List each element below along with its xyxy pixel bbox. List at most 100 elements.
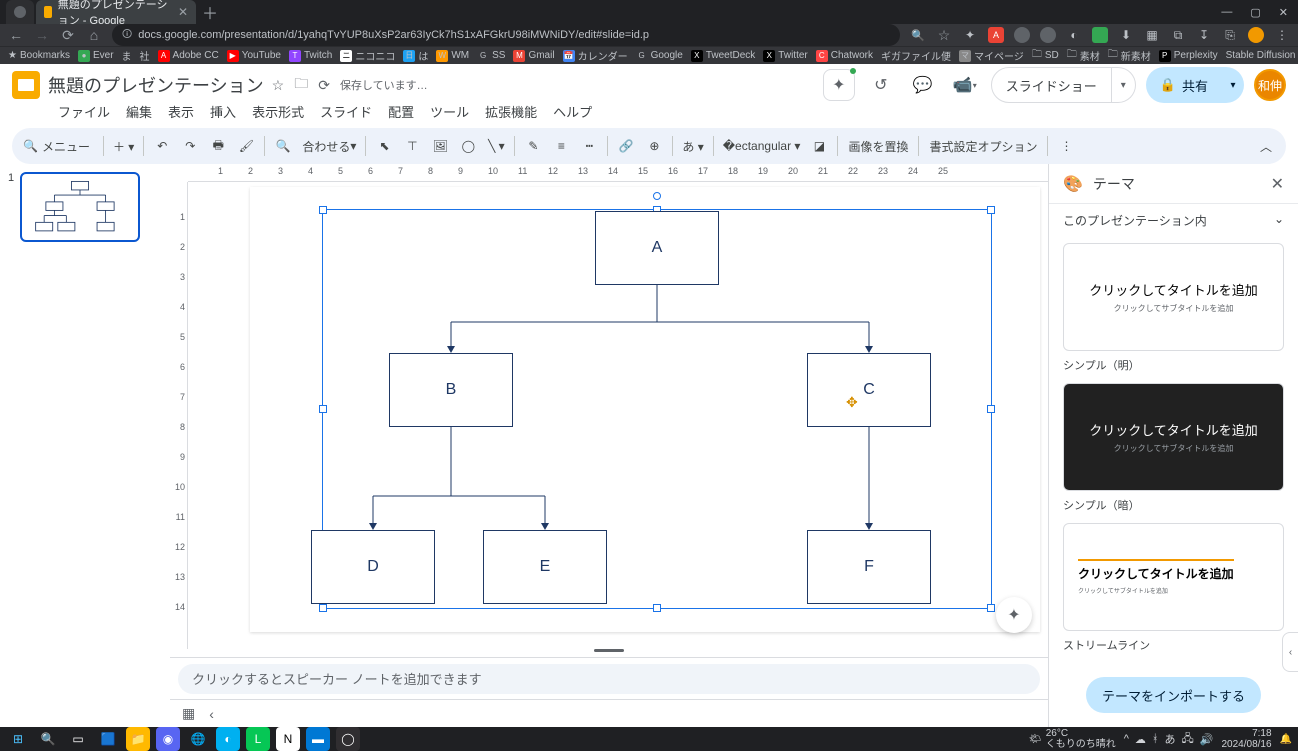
border-dash-icon[interactable]: ┅ — [577, 134, 601, 158]
theme-option-streamline[interactable]: クリックしてタイトルを追加 クリックしてサブタイトルを追加 — [1063, 523, 1284, 631]
search-menu-button[interactable]: 🔍 メニュー — [20, 134, 97, 158]
close-tab-icon[interactable]: ✕ — [178, 5, 188, 19]
slideshow-button[interactable]: スライドショー — [991, 67, 1112, 103]
tray-chevron-icon[interactable]: ^ — [1124, 733, 1129, 745]
bookmark-folder[interactable]: 🗀 素材 — [1067, 47, 1100, 64]
select-tool-icon[interactable]: ⬉ — [372, 134, 396, 158]
side-panel-expand[interactable]: ‹ — [1282, 632, 1298, 672]
menu-file[interactable]: ファイル — [52, 100, 116, 123]
search-task-icon[interactable]: 🔍 — [36, 727, 60, 751]
new-tab-button[interactable]: ＋ — [198, 0, 222, 24]
bookmark-item[interactable]: XTwitter — [763, 50, 807, 62]
star-icon[interactable]: ☆ — [936, 27, 952, 44]
chrome-icon[interactable]: 🌐 — [186, 727, 210, 751]
bookmark-item[interactable]: XTweetDeck — [691, 50, 755, 62]
notion-icon[interactable]: N — [276, 727, 300, 751]
task-view-icon[interactable]: ▭ — [66, 727, 90, 751]
close-panel-icon[interactable]: ✕ — [1271, 174, 1284, 194]
selection-box[interactable]: A B C ✥ D E F — [322, 209, 992, 609]
onedrive-icon[interactable]: ☁ — [1135, 733, 1146, 746]
ext-icon[interactable] — [1040, 27, 1056, 43]
new-slide-button[interactable]: ＋ ▾ — [110, 134, 137, 158]
bookmark-item[interactable]: PPerplexity — [1159, 50, 1218, 62]
bookmark-item[interactable]: ギガファイル便 — [881, 48, 951, 63]
resize-handle[interactable] — [987, 206, 995, 214]
zoom-icon[interactable]: 🔍 — [910, 29, 926, 42]
undo-icon[interactable]: ↶ — [150, 134, 174, 158]
line-icon[interactable]: L — [246, 727, 270, 751]
bookmark-item[interactable]: GGoogle — [636, 50, 683, 62]
obs-icon[interactable]: ◯ — [336, 727, 360, 751]
bookmark-item[interactable]: 📅カレンダー — [563, 48, 628, 63]
diagram-node-b[interactable]: B — [389, 353, 513, 427]
menu-help[interactable]: ヘルプ — [547, 100, 598, 123]
shape-icon[interactable]: ◯ — [456, 134, 480, 158]
ext-icon[interactable] — [1014, 27, 1030, 43]
close-window-icon[interactable]: ✕ — [1279, 6, 1288, 19]
zoom-icon[interactable]: 🔍 — [271, 134, 295, 158]
clock[interactable]: 7:18 2024/08/16 — [1221, 728, 1271, 750]
chrome-menu-icon[interactable]: ⋮ — [1274, 27, 1290, 43]
home-icon[interactable]: ⌂ — [86, 27, 102, 43]
bookmark-item[interactable]: ●Ever — [78, 50, 114, 62]
bookmark-item[interactable]: WWM — [436, 50, 469, 62]
bookmark-item[interactable]: ニニコニコ — [340, 48, 395, 63]
bookmark-item[interactable]: MGmail — [513, 50, 554, 62]
diagram-node-a[interactable]: A — [595, 211, 719, 285]
forward-icon[interactable]: → — [34, 27, 50, 43]
ext-icon[interactable]: ✦ — [962, 27, 978, 43]
paint-format-icon[interactable]: 🖌 — [234, 134, 258, 158]
bluetooth-icon[interactable]: ᚼ — [1152, 733, 1159, 745]
bookmark-item[interactable]: TTwitch — [289, 50, 332, 62]
theme-option-simple-light[interactable]: クリックしてタイトルを追加 クリックしてサブタイトルを追加 — [1063, 243, 1284, 351]
theme-option-simple-dark[interactable]: クリックしてタイトルを追加 クリックしてサブタイトルを追加 — [1063, 383, 1284, 491]
history-icon[interactable]: ↺ — [865, 69, 897, 101]
explore-button[interactable]: ✦ — [996, 597, 1032, 633]
ext-icon[interactable]: ▦ — [1144, 27, 1160, 43]
app-icon[interactable]: ◐ — [216, 727, 240, 751]
border-weight-icon[interactable]: ≡ — [549, 134, 573, 158]
crop-icon[interactable]: �ectangular ▾ — [720, 134, 804, 158]
bookmark-item[interactable]: ま — [122, 48, 132, 63]
bookmark-item[interactable]: ▶YouTube — [227, 50, 281, 62]
replace-image-button[interactable]: 画像を置換 — [844, 134, 912, 158]
resize-handle[interactable] — [319, 604, 327, 612]
textbox-icon[interactable]: ⊤ — [400, 134, 424, 158]
discord-icon[interactable]: ◉ — [156, 727, 180, 751]
share-button[interactable]: 🔒共有 — [1146, 67, 1222, 103]
slideshow-dropdown[interactable]: ▾ — [1112, 67, 1136, 103]
ext-icon[interactable]: ⬇ — [1118, 27, 1134, 43]
move-icon[interactable]: 🗀 — [294, 73, 308, 97]
reload-icon[interactable]: ⟳ — [60, 27, 76, 44]
gemini-button[interactable]: ✦ — [823, 69, 855, 101]
menu-edit[interactable]: 編集 — [120, 100, 158, 123]
slide[interactable]: A B C ✥ D E F — [250, 187, 1040, 632]
browser-tab-active[interactable]: 無題のプレゼンテーション - Google ✕ — [36, 0, 196, 24]
bookmark-folder[interactable]: 🗀 新素材 — [1108, 47, 1151, 64]
import-theme-button[interactable]: テーマをインポートする — [1086, 677, 1261, 713]
ext-icon[interactable]: ↧ — [1196, 27, 1212, 43]
bookmark-item[interactable]: ★ Bookmarks — [8, 50, 70, 61]
diagram-node-c[interactable]: C ✥ — [807, 353, 931, 427]
bookmark-item[interactable]: ママイページ — [959, 48, 1024, 63]
start-icon[interactable]: ⊞ — [6, 727, 30, 751]
explorer-icon[interactable]: 📁 — [126, 727, 150, 751]
network-icon[interactable]: 🖧 — [1182, 730, 1194, 749]
image-icon[interactable]: 🖼 — [428, 134, 452, 158]
ime-indicator[interactable]: あ — [1165, 731, 1176, 747]
resize-handle[interactable] — [987, 405, 995, 413]
bookmark-item[interactable]: GSS — [477, 50, 505, 62]
back-icon[interactable]: ← — [8, 27, 24, 43]
weather-icon[interactable]: 🌤 — [1029, 734, 1042, 745]
ext-icon-pdf[interactable]: A — [988, 27, 1004, 43]
menu-insert[interactable]: 挿入 — [204, 100, 242, 123]
bookmark-item[interactable]: 日は — [403, 48, 428, 63]
profile-icon[interactable] — [1248, 27, 1264, 43]
url-input[interactable]: 🛈 docs.google.com/presentation/d/1yahqTv… — [112, 24, 900, 46]
ext-icon[interactable]: ⎘ — [1222, 27, 1238, 43]
menu-format[interactable]: 表示形式 — [246, 100, 310, 123]
bookmark-item[interactable]: CChatwork — [816, 50, 873, 62]
resize-handle[interactable] — [653, 604, 661, 612]
volume-icon[interactable]: 🔊 — [1200, 733, 1214, 746]
bookmark-item[interactable]: AAdobe CC — [158, 50, 219, 62]
